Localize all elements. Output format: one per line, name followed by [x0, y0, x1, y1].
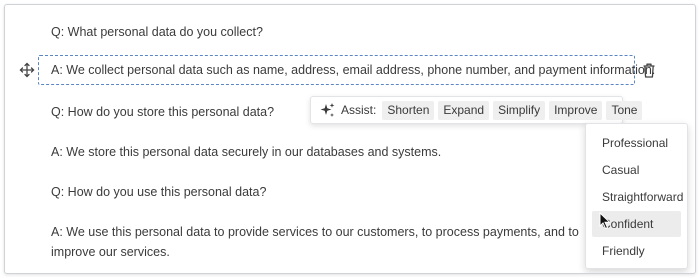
tone-button[interactable]: Tone	[606, 100, 643, 120]
sparkle-icon	[319, 101, 336, 119]
expand-button[interactable]: Expand	[438, 100, 490, 120]
move-icon[interactable]	[18, 61, 36, 79]
simplify-button[interactable]: Simplify	[493, 100, 546, 120]
tone-option-casual[interactable]: Casual	[592, 157, 681, 183]
tone-option-straightforward[interactable]: Straightforward	[592, 184, 683, 210]
tone-option-confident[interactable]: Confident	[592, 211, 681, 237]
assist-toolbar: Assist: Shorten Expand Simplify Improve …	[310, 96, 643, 124]
improve-button[interactable]: Improve	[549, 100, 603, 120]
paragraph-a2[interactable]: A: We store this personal data securely …	[51, 142, 441, 162]
paragraph-q3[interactable]: Q: How do you use this personal data?	[51, 182, 266, 202]
editor-canvas: Q: What personal data do you collect? A:…	[4, 4, 696, 274]
paragraph-a3[interactable]: A: We use this personal data to provide …	[51, 222, 611, 262]
shorten-button[interactable]: Shorten	[382, 100, 435, 120]
tone-option-friendly[interactable]: Friendly	[592, 238, 681, 264]
paragraph-q1[interactable]: Q: What personal data do you collect?	[51, 22, 263, 42]
tone-dropdown-menu: Professional Casual Straightforward Conf…	[585, 123, 688, 269]
trash-icon[interactable]	[641, 61, 657, 79]
assist-label: Assist:	[341, 103, 377, 117]
paragraph-a1[interactable]: A: We collect personal data such as name…	[51, 60, 655, 80]
paragraph-q2[interactable]: Q: How do you store this personal data?	[51, 102, 274, 122]
tone-option-professional[interactable]: Professional	[592, 130, 681, 156]
